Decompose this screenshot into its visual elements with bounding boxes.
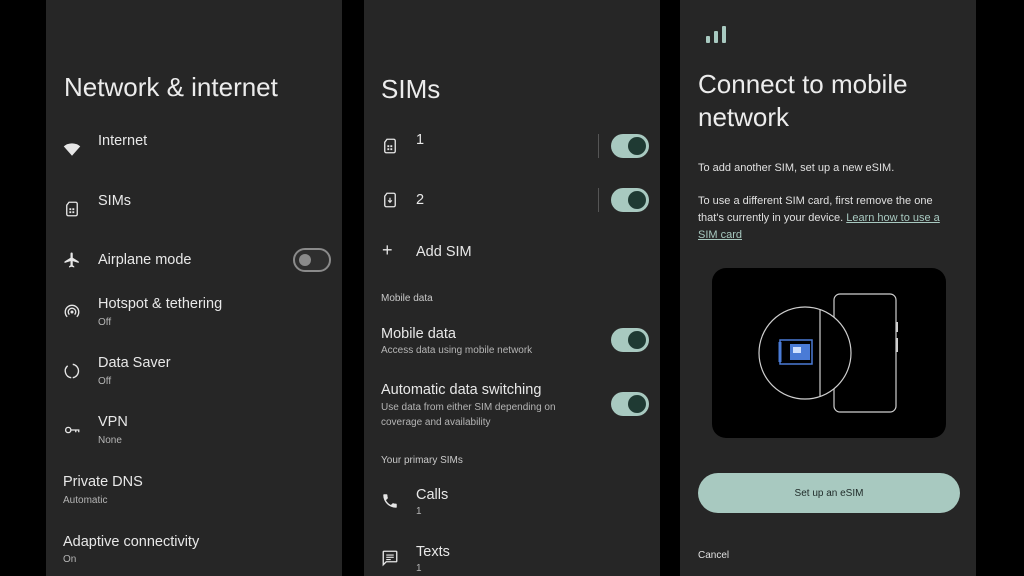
private-dns-item[interactable]: Private DNS Automatic [46,472,342,512]
hotspot-status: Off [98,317,112,328]
data-saver-icon [63,362,81,380]
calls-label: Calls [416,487,449,503]
calls-sim-value: 1 [416,506,422,517]
cancel-button[interactable]: Cancel [698,550,729,561]
sim-1-toggle[interactable] [611,134,649,158]
hotspot-label: Hotspot & tethering [98,296,223,312]
sim-card-icon [63,200,81,218]
mobile-data-toggle[interactable] [611,328,649,352]
adaptive-connectivity-status: On [63,554,77,565]
instruction-line1: To use a different SIM card, first remov… [698,195,933,207]
hotspot-item[interactable]: Hotspot & tethering Off [46,294,342,334]
page-title: Network & internet [64,72,278,102]
connect-mobile-network-panel: Connect to mobile network To add another… [680,0,976,576]
instruction-line3: SIM card [698,227,964,244]
mobile-data-description: Access data using mobile network [381,345,533,356]
learn-sim-link[interactable]: Learn how to use a [846,212,940,224]
section-header-mobile-data: Mobile data [381,293,433,304]
add-sim-instruction: To add another SIM, set up a new eSIM. [698,162,895,174]
vpn-item[interactable]: VPN None [46,412,342,452]
message-icon [381,549,399,567]
mobile-data-label: Mobile data [381,326,456,342]
sims-label: SIMs [98,193,132,209]
page-title-line2: network [698,102,790,132]
wifi-icon [63,140,81,158]
private-dns-label: Private DNS [63,474,143,490]
texts-sim-value: 1 [416,563,422,574]
add-sim-button[interactable]: + Add SIM [364,240,660,266]
sim-1-item[interactable]: 1 [364,130,660,162]
divider [598,188,599,212]
phone-icon [381,492,399,510]
texts-item[interactable]: Texts 1 [364,543,660,576]
sim-1-label: 1 [416,132,425,148]
vpn-label: VPN [98,414,128,430]
auto-data-switching-label: Automatic data switching [381,382,542,398]
texts-label: Texts [416,544,450,560]
page-title-line1: Connect to mobile [698,69,908,99]
different-sim-instruction: To use a different SIM card, first remov… [698,193,964,244]
set-up-esim-button[interactable]: Set up an eSIM [698,473,960,513]
signal-bars-icon [706,24,730,44]
auto-data-switching-item[interactable]: Automatic data switching Use data from e… [364,381,660,431]
airplane-mode-item[interactable]: Airplane mode [46,246,342,276]
mobile-data-item[interactable]: Mobile data Access data using mobile net… [364,324,660,360]
private-dns-status: Automatic [63,495,108,506]
auto-data-switching-description-line2: coverage and availability [381,417,491,428]
airplane-mode-label: Airplane mode [98,252,192,268]
vpn-status: None [98,435,122,446]
sim-card-icon [381,137,399,155]
instruction-line2: that's currently in your device. Learn h… [698,210,964,227]
auto-data-switching-description-line1: Use data from either SIM depending on [381,402,556,413]
sim-2-label: 2 [416,192,425,208]
data-saver-label: Data Saver [98,355,171,371]
instruction-line2-text: that's currently in your device. [698,212,847,224]
phone-sim-tray-graphic [758,293,898,413]
data-saver-item[interactable]: Data Saver Off [46,353,342,393]
page-title: SIMs [381,74,441,104]
plus-icon: + [382,240,393,260]
internet-label: Internet [98,133,148,149]
sim-2-toggle[interactable] [611,188,649,212]
internet-item[interactable]: Internet [46,128,342,172]
airplane-mode-toggle[interactable] [293,248,331,272]
divider [598,134,599,158]
add-sim-label: Add SIM [416,244,472,260]
sims-item[interactable]: SIMs [46,188,342,232]
adaptive-connectivity-label: Adaptive connectivity [63,534,200,550]
vpn-key-icon [63,421,81,439]
calls-item[interactable]: Calls 1 [364,486,660,520]
sim-2-item[interactable]: 2 [364,184,660,216]
esim-icon [381,191,399,209]
adaptive-connectivity-item[interactable]: Adaptive connectivity On [46,532,342,572]
sims-panel: SIMs 1 2 + Add SIM Mobile data Mobile da… [364,0,660,576]
learn-sim-link-continued[interactable]: SIM card [698,229,742,241]
page-title: Connect to mobile network [698,68,908,134]
airplane-icon [63,251,81,269]
data-saver-status: Off [98,376,112,387]
section-header-primary-sims: Your primary SIMs [381,455,463,466]
sim-insertion-illustration [712,268,946,438]
network-internet-panel: Network & internet Internet SIMs Airplan… [46,0,342,576]
hotspot-icon [63,303,81,321]
auto-data-switching-toggle[interactable] [611,392,649,416]
